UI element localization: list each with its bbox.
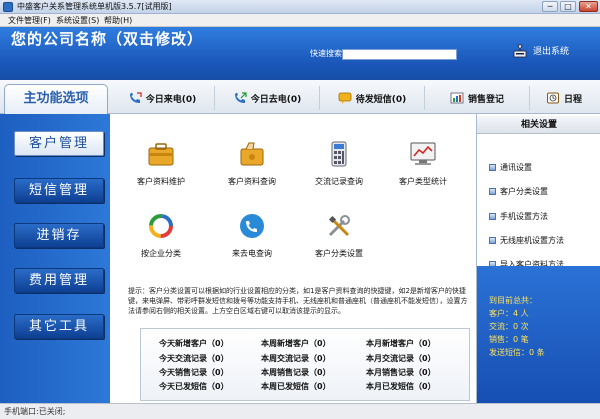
stat-today-sent-sms[interactable]: 今天已发短信（0） <box>159 381 229 392</box>
today-outgoing-calls-button[interactable]: 今日去电(0) <box>215 86 320 110</box>
telephone-icon <box>240 214 264 238</box>
exit-button[interactable]: 退出系统 <box>533 46 569 58</box>
menu-settings[interactable]: 系统设置(S) <box>56 14 99 27</box>
sidebar-item-customer-management[interactable]: 客户管理 <box>14 131 104 156</box>
summary-customers: 客户：4 人 <box>489 309 529 318</box>
sales-register-label: 销售登记 <box>467 94 504 105</box>
summary-communications: 交流：0 次 <box>489 322 529 331</box>
summary-heading: 到目前总共： <box>489 296 537 305</box>
today-outgoing-calls-label: 今日去电(0) <box>250 94 302 105</box>
bullet-icon <box>489 188 496 195</box>
status-bar: 手机端口:已关闭; <box>0 403 600 419</box>
pending-sms-button[interactable]: 待发短信(0) <box>320 86 425 110</box>
schedule-button[interactable]: 日程 <box>530 86 598 110</box>
stat-week-sales[interactable]: 本周销售记录（0） <box>261 367 331 378</box>
stat-week-communications[interactable]: 本周交流记录（0） <box>261 353 331 364</box>
customer-info-query-button[interactable]: 客户资料查询 <box>211 140 293 187</box>
related-settings-title: 相关设置 <box>477 116 600 134</box>
link-communication-settings[interactable]: 通讯设置 <box>489 162 532 173</box>
window-title: 中盛客户关系管理系统单机版3.5.7[试用版] <box>17 2 172 11</box>
stat-today-communications[interactable]: 今天交流记录（0） <box>159 353 229 364</box>
stat-week-new-customers[interactable]: 本周新增客户（0） <box>261 338 331 349</box>
summary-sms-sent: 发送短信：0 条 <box>489 348 545 357</box>
right-panel: 相关设置 通讯设置 客户分类设置 手机设置方法 无线座机设置方法 导入客户资料方… <box>476 114 600 403</box>
menu-bar: 文件管理(F) 系统设置(S) 帮助(H) <box>0 14 600 27</box>
outgoing-call-icon <box>234 92 247 103</box>
bullet-icon <box>489 213 496 220</box>
folder-hand-icon <box>240 142 264 166</box>
briefcase-icon <box>148 143 174 166</box>
search-label: 快速搜索 <box>310 49 342 58</box>
toolbar: 主功能选项 今日来电(0) 今日去电(0) 待发短信(0) 销售登记 日程 <box>0 80 600 114</box>
incoming-call-icon <box>129 92 142 103</box>
customer-type-statistics-button[interactable]: 客户类型统计 <box>382 140 464 187</box>
main-function-tab[interactable]: 主功能选项 <box>4 84 108 114</box>
stat-today-new-customers[interactable]: 今天新增客户（0） <box>159 338 229 349</box>
customer-info-maintenance-button[interactable]: 客户资料维护 <box>120 140 202 187</box>
customer-type-statistics-label: 客户类型统计 <box>399 177 447 186</box>
classify-by-company-button[interactable]: 按企业分类 <box>120 212 202 259</box>
stat-month-sales[interactable]: 本月销售记录（0） <box>366 367 436 378</box>
sidebar-item-other-tools[interactable]: 其它工具 <box>14 314 104 339</box>
link-customer-category-settings[interactable]: 客户分类设置 <box>489 186 548 197</box>
summary-panel: 到目前总共： 客户：4 人 交流：0 次 销售：0 笔 发送短信：0 条 <box>477 266 600 403</box>
sms-icon <box>338 92 352 104</box>
maximize-button[interactable]: □ <box>560 1 576 12</box>
sidebar-item-sms-management[interactable]: 短信管理 <box>14 178 104 203</box>
search-input[interactable] <box>342 49 457 60</box>
bullet-icon <box>489 164 496 171</box>
customer-info-query-label: 客户资料查询 <box>228 177 276 186</box>
calculator-icon <box>331 141 347 167</box>
pending-sms-label: 待发短信(0) <box>355 94 407 105</box>
sales-chart-icon <box>450 92 464 104</box>
app-icon <box>3 2 13 12</box>
summary-sales: 销售：0 笔 <box>489 335 529 344</box>
close-button[interactable]: ✕ <box>579 1 598 12</box>
link-wireless-phone-setup-method[interactable]: 无线座机设置方法 <box>489 235 564 246</box>
schedule-label: 日程 <box>563 94 582 105</box>
call-record-query-button[interactable]: 来去电查询 <box>211 212 293 259</box>
menu-file[interactable]: 文件管理(F) <box>8 14 51 27</box>
link-mobile-setup-method[interactable]: 手机设置方法 <box>489 211 548 222</box>
statistics-monitor-icon <box>410 142 436 165</box>
stat-month-sent-sms[interactable]: 本月已发短信（0） <box>366 381 436 392</box>
status-text: 手机端口:已关闭; <box>4 407 66 416</box>
customer-info-maintenance-label: 客户资料维护 <box>137 177 185 186</box>
stat-week-sent-sms[interactable]: 本周已发短信（0） <box>261 381 331 392</box>
stat-today-sales[interactable]: 今天销售记录（0） <box>159 367 229 378</box>
communication-record-query-label: 交流记录查询 <box>315 177 363 186</box>
call-record-query-label: 来去电查询 <box>232 249 272 258</box>
sidebar: 客户管理 短信管理 进销存 费用管理 其它工具 <box>0 114 110 403</box>
classify-by-company-label: 按企业分类 <box>141 249 181 258</box>
exit-icon[interactable] <box>512 43 528 59</box>
sales-register-button[interactable]: 销售登记 <box>425 86 530 110</box>
menu-help[interactable]: 帮助(H) <box>104 14 132 27</box>
sidebar-item-inventory[interactable]: 进销存 <box>14 223 104 248</box>
today-incoming-calls-button[interactable]: 今日来电(0) <box>110 86 215 110</box>
bullet-icon <box>489 237 496 244</box>
tools-icon <box>328 215 350 237</box>
communication-record-query-button[interactable]: 交流记录查询 <box>298 140 380 187</box>
clock-icon <box>546 92 559 104</box>
customer-category-settings-label: 客户分类设置 <box>315 249 363 258</box>
customer-category-settings-button[interactable]: 客户分类设置 <box>298 212 380 259</box>
color-ring-icon <box>149 214 173 238</box>
company-name[interactable]: 您的公司名称（双击修改） <box>11 29 203 49</box>
today-incoming-calls-label: 今日来电(0) <box>145 94 197 105</box>
header-banner: 您的公司名称（双击修改） 快速搜索 退出系统 <box>0 27 600 80</box>
stat-month-new-customers[interactable]: 本月新增客户（0） <box>366 338 436 349</box>
title-bar: 中盛客户关系管理系统单机版3.5.7[试用版] ─ □ ✕ <box>0 0 600 14</box>
minimize-button[interactable]: ─ <box>542 1 558 12</box>
main-panel: 客户资料维护 客户资料查询 交流记录查询 客户类型统计 按企业分类 来去电查询 … <box>110 114 476 403</box>
sidebar-item-expense-management[interactable]: 费用管理 <box>14 268 104 293</box>
statistics-box: 今天新增客户（0） 本周新增客户（0） 本月新增客户（0） 今天交流记录（0） … <box>140 328 470 401</box>
tip-text: 提示：客户分类设置可以根据如的行业设置相应的分类，如1是客户资料查询的快捷键，如… <box>128 287 468 315</box>
stat-month-communications[interactable]: 本月交流记录（0） <box>366 353 436 364</box>
